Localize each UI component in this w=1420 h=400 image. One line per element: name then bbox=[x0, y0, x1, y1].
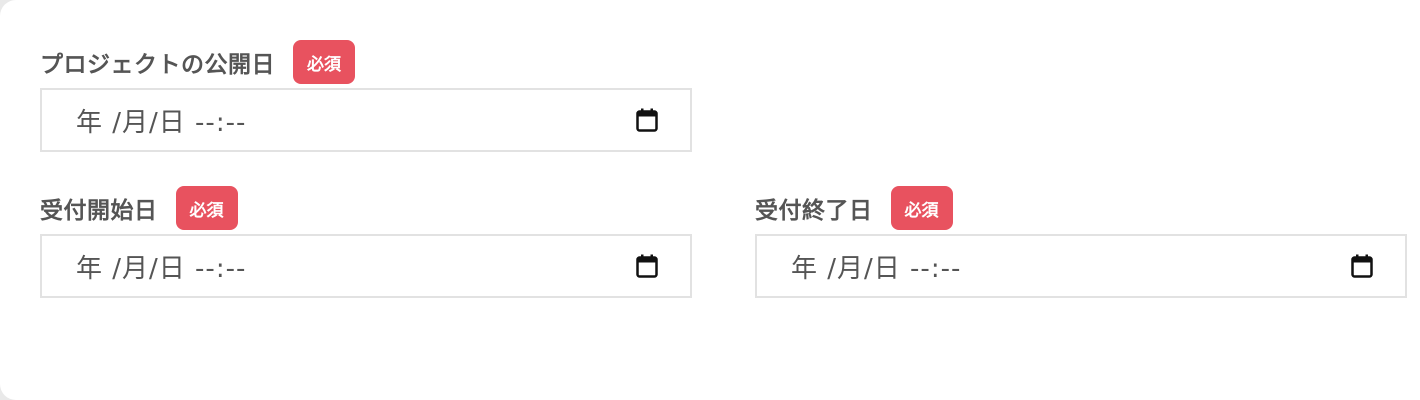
required-badge: 必須 bbox=[175, 186, 238, 230]
reception-start-date-input[interactable]: 年 /月/日 --:-- bbox=[40, 234, 692, 298]
project-publish-date-input[interactable]: 年 /月/日 --:-- bbox=[40, 88, 692, 152]
calendar-icon[interactable] bbox=[1351, 254, 1373, 278]
label-row: プロジェクトの公開日 必須 bbox=[40, 40, 355, 84]
reception-end-date-input[interactable]: 年 /月/日 --:-- bbox=[755, 234, 1407, 298]
datetime-placeholder: 年 /月/日 --:-- bbox=[791, 253, 962, 284]
label-row: 受付終了日 必須 bbox=[755, 186, 953, 230]
datetime-placeholder: 年 /月/日 --:-- bbox=[76, 253, 247, 284]
reception-end-date-label: 受付終了日 bbox=[755, 198, 873, 224]
datetime-placeholder: 年 /月/日 --:-- bbox=[76, 107, 247, 138]
field-reception-start-date: 受付開始日 必須 年 /月/日 --:-- bbox=[40, 186, 700, 302]
reception-start-date-label: 受付開始日 bbox=[40, 198, 158, 224]
calendar-icon[interactable] bbox=[636, 254, 658, 278]
project-publish-date-label: プロジェクトの公開日 bbox=[40, 52, 275, 78]
form-card: プロジェクトの公開日 必須 年 /月/日 --:-- 受付開始日 必須 年 /月… bbox=[0, 0, 1420, 400]
field-project-publish-date: プロジェクトの公開日 必須 年 /月/日 --:-- bbox=[40, 40, 700, 156]
required-badge: 必須 bbox=[890, 186, 953, 230]
field-reception-end-date: 受付終了日 必須 年 /月/日 --:-- bbox=[755, 186, 1415, 302]
required-badge: 必須 bbox=[293, 40, 355, 84]
calendar-icon[interactable] bbox=[636, 108, 658, 132]
label-row: 受付開始日 必須 bbox=[40, 186, 238, 230]
